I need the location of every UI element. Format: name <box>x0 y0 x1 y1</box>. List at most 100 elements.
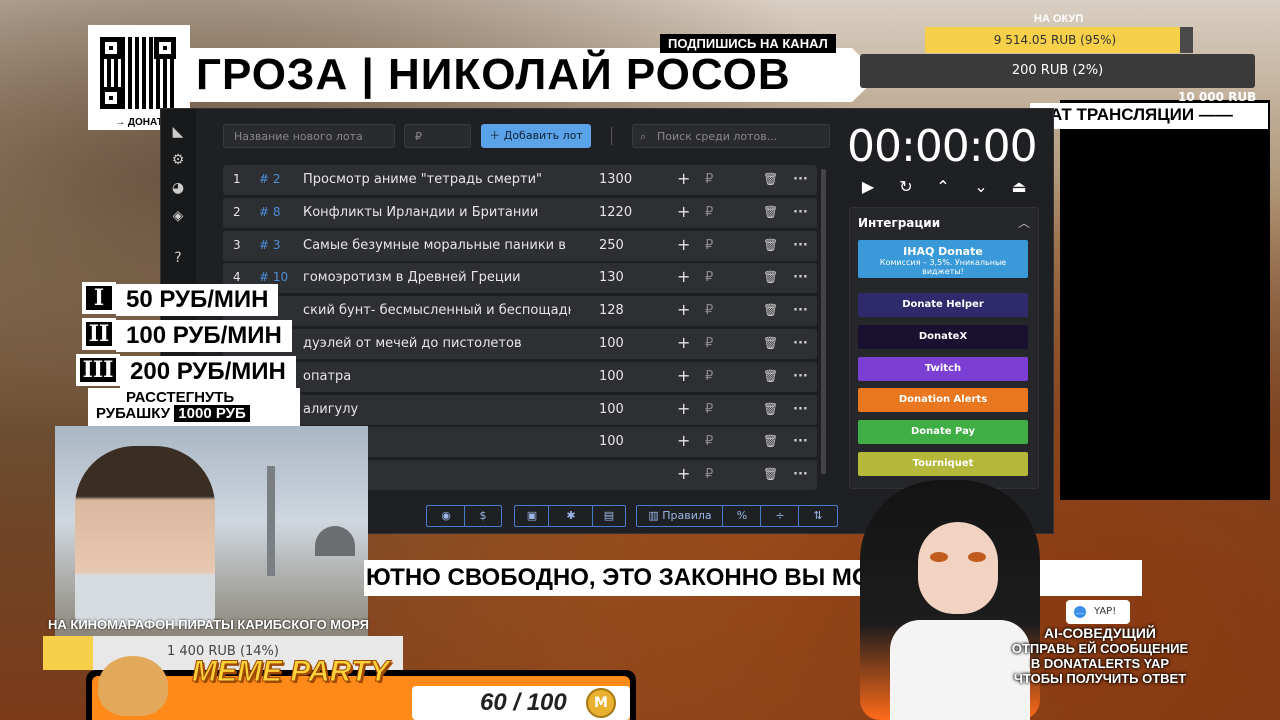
plus-icon[interactable]: + <box>677 464 690 483</box>
lot-id-link[interactable]: # 3 <box>259 238 281 252</box>
currency-input[interactable]: ₽ <box>705 369 713 384</box>
currency-input[interactable]: ₽ <box>705 303 713 318</box>
add-lot-button[interactable]: ＋ Добавить лот <box>481 124 591 148</box>
more-icon[interactable]: ··· <box>793 336 808 351</box>
plus-icon[interactable]: + <box>677 300 690 319</box>
chevron-up-icon[interactable]: ⌃ <box>933 177 953 196</box>
plus-icon[interactable]: + <box>677 267 690 286</box>
trash-icon[interactable]: 🗑 <box>763 369 778 383</box>
search-input[interactable]: ⌕ Поиск среди лотов... <box>632 124 830 148</box>
integration-button[interactable]: Donate Pay <box>858 420 1028 445</box>
lot-amount[interactable]: 100 <box>599 402 624 417</box>
lot-name[interactable]: опатра <box>303 369 571 384</box>
trash-icon[interactable]: 🗑 <box>763 205 778 219</box>
lot-name[interactable]: Просмотр аниме "тетрадь смерти" <box>303 172 571 187</box>
more-icon[interactable]: ··· <box>793 270 808 285</box>
lot-amount[interactable]: 1300 <box>599 172 632 187</box>
lot-amount[interactable]: 100 <box>599 336 624 351</box>
save-icon[interactable]: ▣ <box>514 505 550 527</box>
currency-input[interactable]: ₽ <box>705 205 713 220</box>
currency-input[interactable]: ₽ <box>705 336 713 351</box>
lot-row[interactable]: 4 # 10 гомоэротизм в Древней Греции 130 + ₽ 🗑 ·… <box>223 263 817 294</box>
trash-icon[interactable]: 🗑 <box>763 238 778 252</box>
lot-row[interactable]: 8алигулу100+₽🗑··· <box>223 394 817 425</box>
plus-icon[interactable]: + <box>677 399 690 418</box>
trash-icon[interactable]: 🗑 <box>763 303 778 317</box>
lot-row[interactable]: 7опатра100+₽🗑··· <box>223 361 817 392</box>
currency-input[interactable]: ₽ <box>705 467 713 482</box>
more-icon[interactable]: ··· <box>793 205 808 220</box>
lot-amount[interactable]: 100 <box>599 369 624 384</box>
currency-input[interactable]: ₽ <box>705 270 713 285</box>
chart-pie-icon[interactable]: ◕ <box>169 179 187 197</box>
more-icon[interactable]: ··· <box>793 434 808 449</box>
lot-id-link[interactable]: # 8 <box>259 205 281 219</box>
split-icon[interactable]: ÷ <box>760 505 800 527</box>
currency-input[interactable]: ₽ <box>705 434 713 449</box>
bug-icon[interactable]: ✱ <box>548 505 594 527</box>
rules-button[interactable]: ▥ Правила <box>636 505 724 527</box>
lot-id-link[interactable]: # 2 <box>259 172 281 186</box>
github-icon[interactable]: ◉ <box>426 505 466 527</box>
lot-row[interactable]: 3 # 3 Самые безумные моральные паники в ис… <box>223 230 817 261</box>
lot-name[interactable]: ский бунт- бесмысленный и беспощадны <box>303 303 571 318</box>
integration-button[interactable]: IHAQ Donate Комиссия – 3,5%. Уникальные в… <box>858 240 1028 278</box>
delete-list-icon[interactable]: ▤ <box>592 505 626 527</box>
trash-icon[interactable]: 🗑 <box>763 336 778 350</box>
lot-id-link[interactable]: # 10 <box>259 270 288 284</box>
trash-icon[interactable]: 🗑 <box>763 434 778 448</box>
scrollbar[interactable] <box>821 169 826 474</box>
currency-input[interactable]: ₽ <box>705 172 713 187</box>
more-icon[interactable]: ··· <box>793 172 808 187</box>
lot-name[interactable]: дуэлей от мечей до пистолетов <box>303 336 571 351</box>
chevron-down-icon[interactable]: ⌄ <box>971 177 991 196</box>
lot-amount[interactable]: 130 <box>599 270 624 285</box>
logo-icon[interactable]: ◣ <box>169 123 187 141</box>
more-icon[interactable]: ··· <box>793 238 808 253</box>
integration-button[interactable]: Donation Alerts <box>858 388 1028 413</box>
restart-icon[interactable]: ↻ <box>896 177 916 196</box>
chevron-up-icon[interactable]: ︿ <box>1018 214 1030 231</box>
plus-icon[interactable]: + <box>677 169 690 188</box>
integration-button[interactable]: DonateX <box>858 324 1028 349</box>
lot-row[interactable]: 5ский бунт- бесмысленный и беспощадны128… <box>223 296 817 327</box>
trash-icon[interactable]: 🗑 <box>763 402 778 416</box>
plus-icon[interactable]: + <box>677 202 690 221</box>
dollar-button[interactable]: $ <box>464 505 502 527</box>
play-icon[interactable]: ▶ <box>858 177 878 196</box>
trash-icon[interactable]: 🗑 <box>763 172 778 186</box>
lot-name[interactable]: Самые безумные моральные паники в истор <box>303 238 571 253</box>
integration-button[interactable]: Twitch <box>858 356 1028 381</box>
integration-button[interactable]: Donate Helper <box>858 293 1028 317</box>
plus-icon[interactable]: + <box>677 366 690 385</box>
currency-input[interactable]: ₽ <box>705 402 713 417</box>
plus-icon[interactable]: + <box>677 333 690 352</box>
lot-name[interactable]: Конфликты Ирландии и Британии <box>303 205 571 220</box>
lot-row[interactable]: 2 # 8 Конфликты Ирландии и Британии 1220 + ₽ 🗑… <box>223 197 817 228</box>
plus-icon[interactable]: + <box>677 431 690 450</box>
help-icon[interactable]: ? <box>169 249 187 267</box>
more-icon[interactable]: ··· <box>793 467 808 482</box>
more-icon[interactable]: ··· <box>793 369 808 384</box>
lot-amount[interactable]: 100 <box>599 434 624 449</box>
double-up-icon[interactable]: ⏏ <box>1009 177 1029 196</box>
lot-amount[interactable]: 128 <box>599 303 624 318</box>
new-lot-input[interactable]: Название нового лота <box>223 124 395 148</box>
trash-icon[interactable]: 🗑 <box>763 467 778 481</box>
gear-icon[interactable]: ⚙ <box>169 151 187 169</box>
trash-icon[interactable]: 🗑 <box>763 270 778 284</box>
lot-name[interactable]: гомоэротизм в Древней Греции <box>303 270 571 285</box>
lot-row[interactable]: 1 # 2 Просмотр аниме "тетрадь смерти" 1300 +… <box>223 165 817 195</box>
lot-amount-input[interactable]: ₽ <box>404 124 471 148</box>
goal2-progress-text: 200 RUB (2%) <box>1011 63 1104 78</box>
lot-amount[interactable]: 1220 <box>599 205 632 220</box>
currency-input[interactable]: ₽ <box>705 238 713 253</box>
percent-button[interactable]: % <box>722 505 762 527</box>
lot-row[interactable]: 6дуэлей от мечей до пистолетов100+₽🗑··· <box>223 329 817 359</box>
plus-icon[interactable]: + <box>677 235 690 254</box>
layers-icon[interactable]: ◈ <box>169 207 187 225</box>
lot-name[interactable]: алигулу <box>303 402 571 417</box>
lot-amount[interactable]: 250 <box>599 238 624 253</box>
more-icon[interactable]: ··· <box>793 303 808 318</box>
more-icon[interactable]: ··· <box>793 402 808 417</box>
